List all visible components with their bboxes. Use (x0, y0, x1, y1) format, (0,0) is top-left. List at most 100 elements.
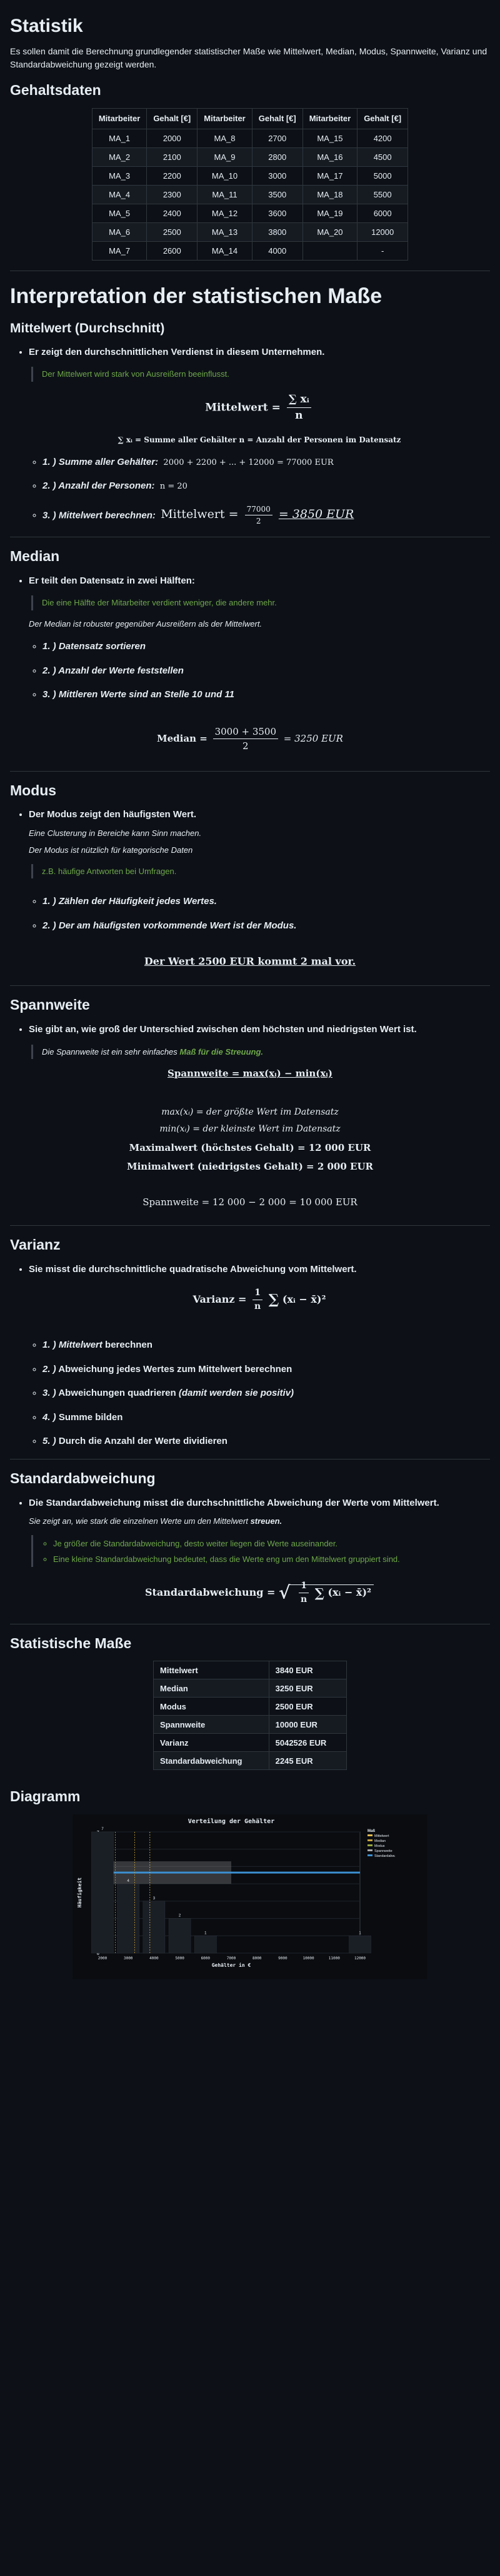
employee-cell (302, 241, 358, 261)
varianz-step-5: 5. ) Durch die Anzahl der Werte dividier… (42, 1435, 490, 1449)
varianz-step-2: 2. ) Abweichung jedes Wertes zum Mittelw… (42, 1363, 490, 1377)
chart-bar-label: 1 (204, 1931, 207, 1935)
median-formula-den: 2 (242, 740, 249, 752)
std-quote-item-1: Je größer die Standardabweichung, desto … (53, 1538, 490, 1550)
std-bullet-text: Die Standardabweichung misst die durchsc… (29, 1497, 439, 1508)
chart-legend-swatch (368, 1839, 372, 1842)
salary-cell: 2500 (146, 222, 198, 242)
median-formula-num: 3000 + 3500 (212, 725, 279, 740)
employee-cell: MA_4 (91, 184, 148, 204)
employee-cell: MA_17 (302, 166, 358, 186)
chart-x-tick-label: 6000 (201, 1956, 211, 1961)
step-label: 3. ) (42, 1388, 56, 1399)
table-row: MA_1 2000 MA_8 2700 MA_15 4200 (91, 128, 409, 148)
std-note: Sie zeigt an, wie stark die einzelnen We… (29, 1515, 490, 1528)
chart-legend-swatch (368, 1844, 372, 1847)
modus-step-1: 1. ) Zählen der Häufigkeit jedes Wertes. (42, 895, 490, 909)
step-extra: (damit werden sie positiv) (178, 1388, 294, 1399)
employee-cell: MA_12 (197, 203, 252, 223)
median-note: Der Median ist robuster gegenüber Ausrei… (29, 619, 262, 629)
table-row: MA_6 2500 MA_13 3800 MA_20 12000 (91, 222, 409, 242)
employee-cell: MA_18 (302, 184, 358, 204)
varianz-bullet: Sie misst die durchschnittliche quadrati… (29, 1263, 490, 1449)
modus-steps: 1. ) Zählen der Häufigkeit jedes Wertes.… (29, 895, 490, 933)
step-text: 2. ) Anzahl der Werte feststellen (42, 665, 184, 676)
step-label: 1. ) Summe aller Gehälter: (42, 456, 159, 467)
step-text: Abweichungen quadrieren (58, 1388, 176, 1399)
mittelwert-quote: Der Mittelwert wird stark von Ausreißern… (31, 367, 490, 382)
step-label: 4. ) (42, 1411, 56, 1423)
measure-value-cell: 3250 EUR (268, 1679, 348, 1698)
chart-legend-swatch (368, 1834, 372, 1837)
modus-bullet: Der Modus zeigt den häufigsten Wert. Ein… (29, 808, 490, 933)
table-row: Mittelwert 3840 EUR (153, 1661, 348, 1680)
varianz-step-1: 1. ) Mittelwert berechnen (42, 1338, 490, 1353)
salary-cell: 3600 (251, 203, 303, 223)
salary-cell: 12000 (357, 222, 409, 242)
chart-x-tick-label: 3000 (124, 1956, 133, 1961)
salary-cell: 3000 (251, 166, 303, 186)
varianz-title: Varianz (10, 1236, 61, 1253)
modus-note-1: Eine Clusterung in Bereiche kann Sinn ma… (29, 828, 202, 838)
salary-cell: 2600 (146, 241, 198, 261)
table-row: MA_2 2100 MA_9 2800 MA_16 4500 (91, 147, 409, 167)
mittelwert-title: Mittelwert (Durchschnitt) (10, 321, 165, 336)
mittelwert-step-2: 2. ) Anzahl der Personen: n = 20 (42, 479, 490, 494)
chart-legend-swatch (368, 1854, 372, 1857)
chart-legend-label: Median (374, 1839, 386, 1843)
chart-x-tick-label: 11000 (329, 1956, 340, 1961)
std-formula: Standardabweichung = √ 1n ∑ (xᵢ − x̄)² (29, 1579, 490, 1606)
divider (10, 770, 490, 772)
salary-cell: - (357, 241, 409, 261)
salary-cell: 2400 (146, 203, 198, 223)
step-math-lhs: Mittelwert = (161, 507, 239, 522)
chart-plot-area (102, 1831, 361, 1954)
table-row: MA_7 2600 MA_14 4000 - (91, 241, 409, 261)
chart-x-tick-label: 9000 (278, 1956, 288, 1961)
varianz-step-3: 3. ) Abweichungen quadrieren (damit werd… (42, 1386, 490, 1401)
salary-cell: 4500 (357, 147, 409, 167)
employee-cell: MA_11 (197, 184, 252, 204)
salary-cell: 4200 (357, 128, 409, 148)
mittelwert-formula-num: ∑ xᵢ (286, 392, 311, 409)
step-emph: Mittelwert (58, 1340, 102, 1351)
step-label: 3. ) Mittelwert berechnen: (42, 510, 156, 521)
employee-cell: MA_19 (302, 203, 358, 223)
modus-bullet-text: Der Modus zeigt den häufigsten Wert. (29, 809, 197, 820)
mittelwert-formula: Mittelwert = ∑ xᵢ n (29, 392, 490, 424)
salary-header-cell: Gehalt [€] (357, 107, 409, 129)
divider (10, 985, 490, 987)
step-math: 2000 + 2200 + ... + 12000 = 77000 EUR (163, 457, 334, 467)
chart-x-tick-label: 12000 (354, 1956, 366, 1961)
salary-table: Mitarbeiter Gehalt [€] Mitarbeiter Gehalt [… (91, 107, 409, 261)
median-formula-lhs: Median = (157, 732, 208, 744)
measure-value-cell: 10000 EUR (268, 1715, 348, 1734)
table-row: Median 3250 EUR (153, 1679, 348, 1698)
varianz-formula-sum: (xᵢ − x̄)² (282, 1293, 326, 1306)
measure-name-cell: Median (153, 1679, 269, 1698)
median-bullet-text: Er teilt den Datensatz in zwei Hälften: (29, 575, 195, 586)
employee-cell: MA_2 (91, 147, 148, 167)
varianz-bullet-text: Sie misst die durchschnittliche quadrati… (29, 1263, 357, 1275)
modus-step-2: 2. ) Der am häufigsten vorkommende Wert … (42, 919, 490, 933)
varianz-step-4: 4. ) Summe bilden (42, 1411, 490, 1425)
salary-cell: 4000 (251, 241, 303, 261)
std-list: Die Standardabweichung misst die durchsc… (10, 1496, 490, 1606)
median-bullet: Er teilt den Datensatz in zwei Hälften: … (29, 574, 490, 702)
step-math: Mittelwert = 77000 2 = 3850 EUR (161, 505, 354, 525)
median-formula: Median = 3000 + 3500 2 = 3250 EUR (10, 725, 490, 753)
chart-title: Verteilung der Gehälter (188, 1818, 274, 1825)
employee-cell: MA_10 (197, 166, 252, 186)
measure-value-cell: 3840 EUR (268, 1661, 348, 1680)
spannweite-def-max: max(xᵢ) = der größte Wert im Datensatz (161, 1106, 339, 1117)
employee-cell: MA_9 (197, 147, 252, 167)
employee-cell: MA_20 (302, 222, 358, 242)
employee-cell: MA_5 (91, 203, 148, 223)
salary-header-cell: Gehalt [€] (251, 107, 303, 129)
step-text: Abweichung jedes Wertes zum Mittelwert b… (58, 1363, 292, 1375)
chart-bar-label: 3 (153, 1897, 156, 1901)
salary-header-cell: Gehalt [€] (146, 107, 198, 129)
spannweite-def-min: min(xᵢ) = der kleinste Wert im Datensatz (159, 1123, 341, 1134)
median-quote: Die eine Hälfte der Mitarbeiter verdient… (31, 595, 490, 610)
chart-x-tick-label: 7000 (227, 1956, 236, 1961)
